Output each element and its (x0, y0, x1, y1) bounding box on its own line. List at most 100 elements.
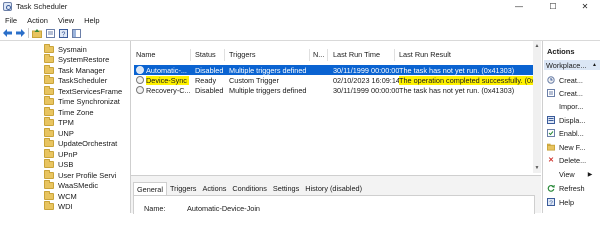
action-help[interactable]: ? Help (547, 197, 574, 207)
task-name: Automatic-... (146, 66, 187, 75)
column-header-next-run[interactable]: N... (313, 50, 324, 60)
properties-icon[interactable] (45, 28, 55, 38)
column-separator[interactable] (190, 49, 191, 61)
folder-icon (44, 138, 54, 147)
column-header-last-run-result[interactable]: Last Run Result (399, 50, 451, 60)
tab-actions[interactable]: Actions (199, 182, 229, 196)
name-value[interactable]: Automatic-Device-Join (187, 204, 260, 213)
action-display-running[interactable]: Displa... (547, 115, 585, 125)
forward-arrow-icon[interactable] (15, 28, 25, 38)
delete-icon: ✕ (548, 157, 554, 164)
task-clock-icon (136, 76, 144, 84)
column-header-name[interactable]: Name (136, 50, 155, 60)
column-separator[interactable] (309, 49, 310, 61)
toolbar: ? (0, 27, 600, 39)
minimize-button[interactable]: — (504, 0, 534, 12)
show-pane-icon[interactable] (71, 28, 81, 38)
task-triggers: Custom Trigger (229, 76, 279, 85)
tree-item[interactable]: UNP (44, 127, 74, 138)
task-name: Device-Sync (146, 76, 189, 85)
tree-item[interactable]: WCM (44, 190, 77, 201)
column-header-status[interactable]: Status (195, 50, 216, 60)
folder-icon (44, 106, 54, 116)
tab-triggers[interactable]: Triggers (167, 182, 200, 196)
tab-settings[interactable]: Settings (270, 182, 302, 196)
tree-item[interactable]: UpdateOrchestrat (44, 138, 117, 149)
tab-general[interactable]: General (133, 182, 167, 196)
task-last-run-time: 30/11/1999 00:00:00 (333, 86, 400, 95)
task-clock-icon (136, 86, 144, 94)
tree-item[interactable]: WaaSMedic (44, 180, 98, 191)
action-create-basic-task[interactable]: Creat... (547, 75, 583, 85)
enable-history-icon (547, 129, 555, 137)
task-triggers: Multiple triggers defined (229, 66, 307, 75)
import-icon (547, 102, 555, 110)
actions-pane: Actions Workplace... ▲ Creat... Creat...… (543, 41, 600, 213)
tree-item[interactable]: Sysmain (44, 43, 87, 54)
close-button[interactable]: ✕ (570, 0, 600, 12)
task-clock-icon (136, 66, 144, 74)
folder-icon (44, 169, 54, 179)
new-folder-icon (547, 143, 555, 151)
tree-item[interactable]: TPM (44, 117, 74, 128)
tree-item[interactable]: Task Manager (44, 64, 105, 75)
action-new-folder[interactable]: New F... (547, 142, 585, 152)
tree-item[interactable]: SystemRestore (44, 54, 109, 65)
menu-view[interactable]: View (53, 16, 79, 25)
task-list-scrollbar[interactable]: ▲ ▼ (533, 41, 541, 173)
task-last-run-time: 30/11/1999 00:00:00 (333, 66, 400, 75)
create-basic-task-icon (547, 76, 555, 84)
menu-help[interactable]: Help (79, 16, 104, 25)
scroll-up-icon[interactable]: ▲ (534, 43, 540, 49)
help-book-icon[interactable]: ? (58, 28, 68, 38)
folder-icon (44, 117, 54, 126)
column-header-triggers[interactable]: Triggers (229, 50, 256, 60)
column-separator[interactable] (327, 49, 328, 61)
task-row[interactable]: Device-Sync Ready Custom Trigger 02/10/2… (134, 75, 541, 85)
task-status: Ready (195, 76, 217, 85)
tree-item[interactable]: Time Synchronizat (44, 96, 120, 107)
task-status: Disabled (195, 86, 224, 95)
task-row[interactable]: Recovery-C... Disabled Multiple triggers… (134, 85, 541, 95)
collapse-icon[interactable]: ▲ (592, 62, 597, 68)
task-triggers: Multiple triggers defined (229, 86, 307, 95)
folder-icon (44, 190, 54, 200)
action-refresh[interactable]: Refresh (547, 183, 585, 193)
column-header-last-run-time[interactable]: Last Run Time (333, 50, 380, 60)
column-separator[interactable] (224, 49, 225, 61)
tree-item[interactable]: TextServicesFrame (44, 85, 122, 96)
action-view[interactable]: View ▶ (547, 169, 592, 179)
tree-item[interactable]: WDI (44, 201, 73, 212)
folder-icon (44, 159, 54, 168)
tree-item[interactable]: TaskScheduler (44, 75, 107, 86)
task-row[interactable]: Automatic-... Disabled Multiple triggers… (134, 65, 541, 75)
folder-icon (44, 75, 54, 84)
tree-item[interactable]: UPnP (44, 148, 78, 159)
maximize-button[interactable]: ☐ (538, 0, 568, 12)
tab-history[interactable]: History (disabled) (302, 182, 365, 196)
folder-icon (44, 127, 54, 137)
tree-item[interactable]: USB (44, 159, 73, 170)
up-folder-icon[interactable] (32, 28, 42, 38)
tab-conditions[interactable]: Conditions (229, 182, 269, 196)
task-last-run-result: The task has not yet run. (0x41303) (399, 86, 515, 95)
folder-icon (44, 96, 54, 105)
task-details-pane: General Triggers Actions Conditions Sett… (131, 175, 541, 214)
tree-item[interactable]: User Profile Servi (44, 169, 116, 180)
action-delete[interactable]: ✕ Delete... (547, 155, 586, 165)
back-arrow-icon[interactable] (2, 28, 12, 38)
scroll-down-icon[interactable]: ▼ (534, 165, 540, 171)
action-create-task[interactable]: Creat... (547, 88, 583, 98)
menu-file[interactable]: File (0, 16, 22, 25)
action-enable-history[interactable]: Enabl... (547, 128, 584, 138)
folder-icon (44, 43, 54, 53)
display-running-icon (547, 116, 555, 124)
action-import[interactable]: Impor... (547, 101, 583, 111)
menu-action[interactable]: Action (22, 16, 53, 25)
folder-icon (44, 64, 54, 74)
name-label: Name: (144, 204, 166, 213)
actions-section-header[interactable]: Workplace... ▲ (544, 60, 600, 70)
tree-item[interactable]: Time Zone (44, 106, 94, 117)
column-separator[interactable] (394, 49, 395, 61)
folder-icon (44, 148, 54, 158)
